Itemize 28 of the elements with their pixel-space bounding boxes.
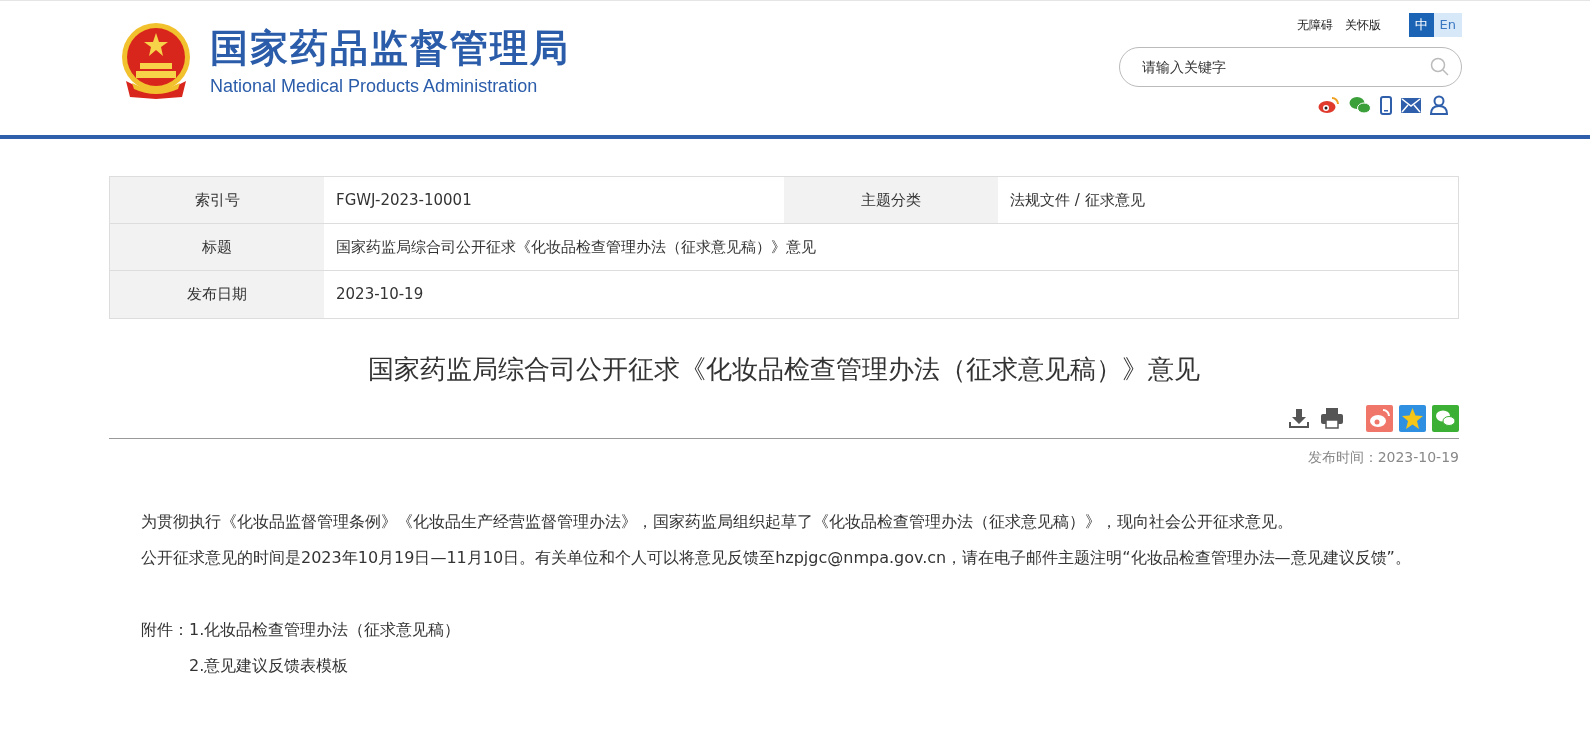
phone-icon[interactable] (1380, 95, 1392, 115)
print-icon[interactable] (1320, 407, 1344, 429)
site-subtitle: National Medical Products Administration (210, 75, 539, 97)
field-value: 国家药监局综合司公开征求《化妆品检查管理办法（征求意见稿）》意见 (335, 236, 817, 258)
language-toggle[interactable]: En (1433, 13, 1462, 37)
field-label: 标题 (110, 224, 324, 270)
search-field[interactable]: 请输入关键字 (1119, 47, 1462, 87)
field-label: 主题分类 (784, 177, 998, 223)
field-value: FGWJ-2023-10001 (335, 189, 473, 211)
field-label: 索引号 (110, 177, 324, 223)
attachment-link[interactable]: 1.化妆品检查管理办法（征求意见稿） (189, 612, 461, 648)
article-paragraph: 公开征求意见的时间是2023年10月19日—11月10日。有关单位和个人可以将意见反馈至hzpjgc@nmpa.gov.cn，请在电子邮件主题注明“化妆品检查管理办法—意见建议反馈”。 (140, 547, 1412, 569)
attachment-link[interactable]: 2.意见建议反馈表模板 (189, 648, 461, 684)
article-paragraph: 为贯彻执行《化妆品监督管理条例》《化妆品生产经营监督管理办法》，国家药监局组织起草了《化妆品检查管理办法（征求意见稿）》，现向社会公开征求意见。 (140, 511, 1294, 533)
star-share-icon[interactable] (1399, 404, 1426, 432)
top-link[interactable]: 无障碍 (1296, 16, 1333, 34)
article-title: 国家药监局综合司公开征求《化妆品检查管理办法（征求意见稿）》意见 (367, 353, 1201, 386)
attachments-label: 附件： (141, 619, 189, 641)
top-link[interactable]: 关怀版 (1344, 16, 1381, 34)
site-title: 国家药品监督管理局 (210, 25, 570, 71)
publish-time: 发布时间：2023-10-19 (1307, 448, 1459, 467)
field-label: 发布日期 (110, 271, 324, 318)
user-icon[interactable] (1430, 95, 1448, 115)
field-value: 2023-10-19 (335, 284, 425, 306)
field-value: 法规文件 / 征求意见 (1009, 189, 1146, 211)
language-toggle[interactable]: 中 (1408, 13, 1434, 37)
mail-icon[interactable] (1401, 97, 1421, 113)
download-icon[interactable] (1288, 407, 1310, 429)
